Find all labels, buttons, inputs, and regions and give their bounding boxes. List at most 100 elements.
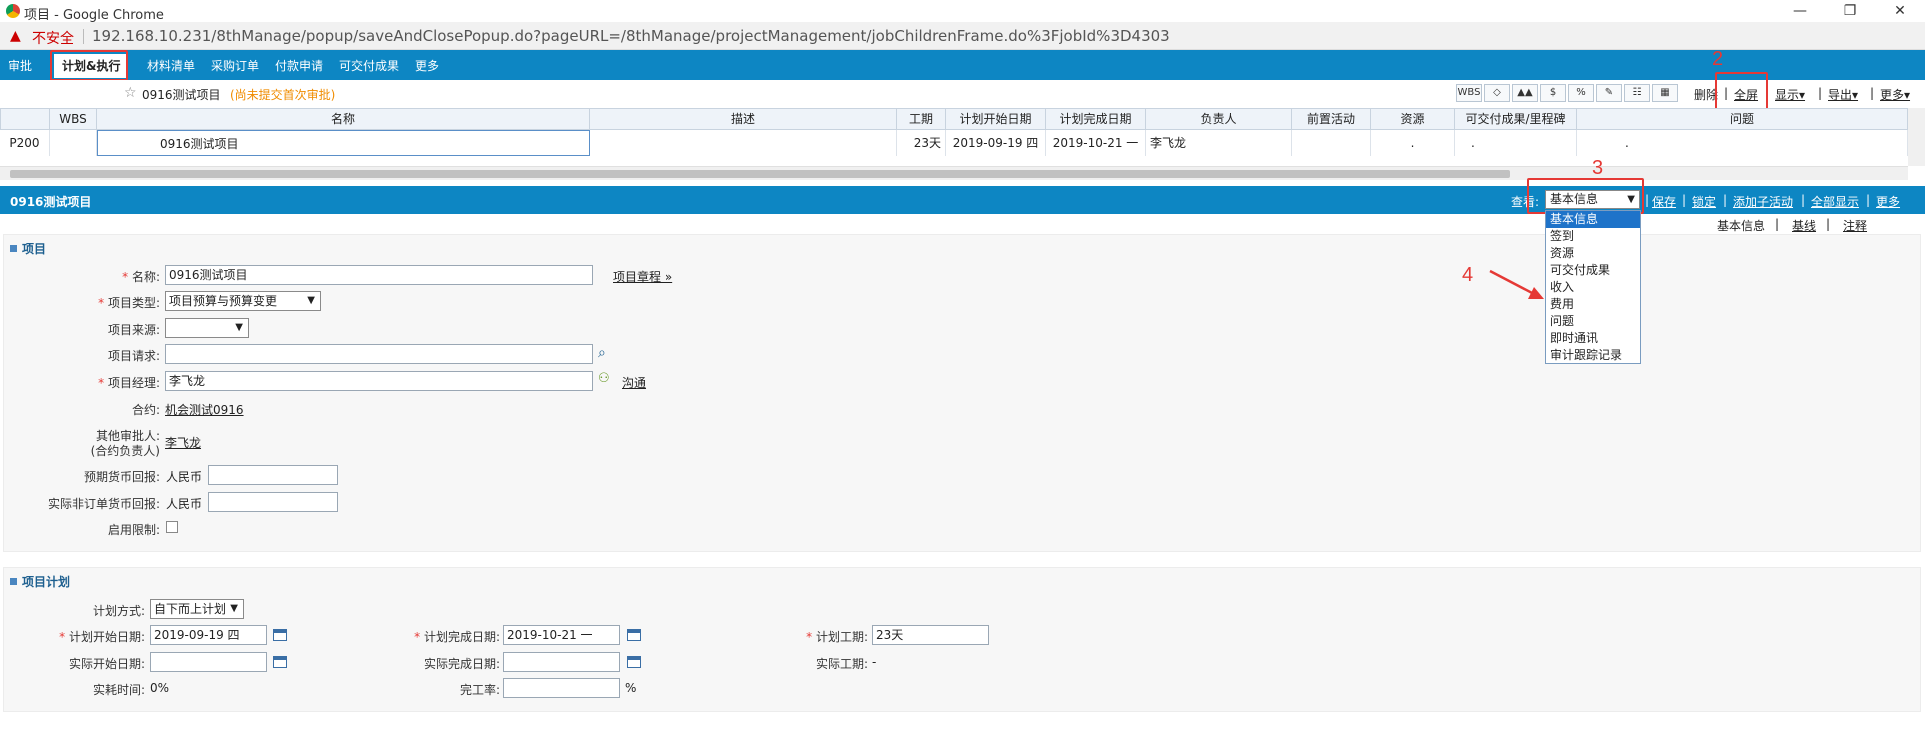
project-name-input[interactable]: 0916测试项目 — [165, 265, 593, 285]
enable-limit-checkbox[interactable] — [166, 521, 178, 533]
grid-header-plan-start[interactable]: 计划开始日期 — [946, 108, 1046, 130]
grid-cell-name[interactable]: 0916测试项目 — [97, 130, 590, 156]
calendar-icon[interactable] — [273, 656, 287, 668]
plan-end-input[interactable]: 2019-10-21 一 — [503, 625, 620, 645]
nav-item-approval[interactable]: 审批 — [8, 57, 32, 74]
nav-item-purchase-order[interactable]: 采购订单 — [211, 57, 259, 74]
grid-cell-predecessor[interactable] — [1292, 130, 1371, 156]
nav-item-more[interactable]: 更多 — [415, 57, 439, 74]
grid-header-duration[interactable]: 工期 — [897, 108, 946, 130]
dropdown-option-income[interactable]: 收入 — [1546, 279, 1640, 296]
grid-header-description[interactable]: 描述 — [590, 108, 897, 130]
grid-vertical-scrollbar[interactable] — [1908, 108, 1925, 166]
grid-cell-wbs[interactable] — [50, 130, 97, 156]
plan-duration-input[interactable]: 23天 — [872, 625, 989, 645]
percent-icon[interactable]: % — [1568, 84, 1594, 102]
communicate-link[interactable]: 沟通 — [622, 374, 646, 391]
dropdown-option-issues[interactable]: 问题 — [1546, 313, 1640, 330]
more-menu[interactable]: 更多▾ — [1880, 86, 1910, 103]
calendar-icon[interactable] — [273, 629, 287, 641]
grid-cell-resource[interactable]: . — [1371, 130, 1455, 156]
grid-header-name[interactable]: 名称 — [97, 108, 590, 130]
project-plan-section-title: 项目计划 — [10, 573, 70, 590]
close-icon[interactable]: ✕ — [1880, 1, 1920, 21]
actual-start-input[interactable] — [150, 652, 267, 672]
lock-link[interactable]: 锁定 — [1692, 193, 1716, 210]
nav-item-bom[interactable]: 材料清单 — [147, 57, 195, 74]
actual-return-input[interactable] — [208, 492, 338, 512]
milestone-icon[interactable]: ◇ — [1484, 84, 1510, 102]
users-icon[interactable]: ⚇ — [598, 371, 610, 386]
grid-header-deliverable[interactable]: 可交付成果/里程碑 — [1455, 108, 1577, 130]
cost-icon[interactable]: $ — [1540, 84, 1566, 102]
grid-header-predecessor[interactable]: 前置活动 — [1292, 108, 1371, 130]
dropdown-option-audit[interactable]: 审计跟踪记录 — [1546, 347, 1640, 364]
dropdown-option-expense[interactable]: 费用 — [1546, 296, 1640, 313]
enable-limit-label: 启用限制: — [107, 523, 160, 537]
grid-header-code — [0, 108, 50, 130]
dropdown-option-deliverables[interactable]: 可交付成果 — [1546, 262, 1640, 279]
completion-input[interactable] — [503, 678, 620, 698]
project-source-select[interactable]: ▼ — [165, 318, 249, 338]
gantt-icon[interactable]: ☷ — [1624, 84, 1650, 102]
grid-cell-duration[interactable]: 23天 — [897, 130, 946, 156]
minimize-icon[interactable]: — — [1780, 1, 1820, 21]
approver-link[interactable]: 李飞龙 — [165, 434, 201, 451]
export-menu[interactable]: 导出▾ — [1828, 86, 1858, 103]
project-manager-input[interactable]: 李飞龙 — [165, 371, 593, 391]
edit-icon[interactable]: ✎ — [1596, 84, 1622, 102]
project-request-label: 项目请求: — [107, 349, 160, 363]
search-icon[interactable]: ⌕ — [598, 345, 606, 361]
expected-return-input[interactable] — [208, 465, 338, 485]
favorite-star-icon[interactable]: ☆ — [124, 85, 137, 101]
dropdown-option-basic-info[interactable]: 基本信息 — [1546, 211, 1640, 228]
grid-cell-owner[interactable]: 李飞龙 — [1146, 130, 1292, 156]
grid-header-issue[interactable]: 问题 — [1577, 108, 1908, 130]
grid-cell-issue[interactable]: . — [1577, 130, 1908, 156]
dropdown-option-resources[interactable]: 资源 — [1546, 245, 1640, 262]
view-dropdown-list[interactable]: 基本信息 签到 资源 可交付成果 收入 费用 问题 即时通讯 审计跟踪记录 — [1545, 210, 1641, 364]
dropdown-option-checkin[interactable]: 签到 — [1546, 228, 1640, 245]
grid-cell-description[interactable] — [590, 130, 897, 156]
add-subactivity-link[interactable]: 添加子活动 — [1733, 193, 1793, 210]
plan-method-select[interactable]: 自下而上计划 ▼ — [150, 599, 244, 619]
project-type-select[interactable]: 项目预算与预算变更 ▼ — [165, 291, 321, 311]
insecure-label[interactable]: 不安全 — [32, 28, 74, 48]
contract-link[interactable]: 机会测试0916 — [165, 401, 244, 418]
subtab-baseline[interactable]: 基线 — [1792, 217, 1816, 234]
grid-cell-code[interactable]: P200 — [0, 130, 50, 156]
chart-icon[interactable]: ▦ — [1652, 84, 1678, 102]
save-link[interactable]: 保存 — [1652, 193, 1676, 210]
nav-item-payment-request[interactable]: 付款申请 — [275, 57, 323, 74]
annotation-arrow-icon — [1489, 269, 1544, 299]
display-menu[interactable]: 显示▾ — [1775, 86, 1805, 103]
restore-icon[interactable]: ❐ — [1830, 1, 1870, 21]
actual-duration-value: - — [872, 655, 877, 669]
address-bar[interactable]: ▲ 不安全 192.168.10.231/8thManage/popup/sav… — [0, 22, 1925, 50]
wbs-icon[interactable]: WBS — [1456, 84, 1482, 102]
resources-icon[interactable]: ▲▲ — [1512, 84, 1538, 102]
grid-cell-deliverable[interactable]: . — [1455, 130, 1577, 156]
name-label: 名称: — [131, 270, 160, 284]
project-charter-link[interactable]: 项目章程 » — [613, 268, 672, 285]
project-manager-label: 项目经理: — [107, 376, 160, 390]
dropdown-option-im[interactable]: 即时通讯 — [1546, 330, 1640, 347]
grid-header-wbs[interactable]: WBS — [50, 108, 97, 130]
nav-item-deliverables[interactable]: 可交付成果 — [339, 57, 399, 74]
actual-end-input[interactable] — [503, 652, 620, 672]
show-all-link[interactable]: 全部显示 — [1811, 193, 1859, 210]
plan-start-input[interactable]: 2019-09-19 四 — [150, 625, 267, 645]
grid-header-resource[interactable]: 资源 — [1371, 108, 1455, 130]
scrollbar-thumb[interactable] — [10, 170, 1510, 178]
subtab-basic-info[interactable]: 基本信息 — [1717, 217, 1765, 234]
url-text[interactable]: 192.168.10.231/8thManage/popup/saveAndCl… — [92, 27, 1170, 45]
detail-more-link[interactable]: 更多 — [1876, 193, 1900, 210]
calendar-icon[interactable] — [627, 656, 641, 668]
grid-cell-plan-end[interactable]: 2019-10-21 一 — [1046, 130, 1146, 156]
grid-cell-plan-start[interactable]: 2019-09-19 四 — [946, 130, 1046, 156]
subtab-notes[interactable]: 注释 — [1843, 217, 1867, 234]
calendar-icon[interactable] — [627, 629, 641, 641]
grid-header-owner[interactable]: 负责人 — [1146, 108, 1292, 130]
grid-header-plan-end[interactable]: 计划完成日期 — [1046, 108, 1146, 130]
project-request-input[interactable] — [165, 344, 593, 364]
